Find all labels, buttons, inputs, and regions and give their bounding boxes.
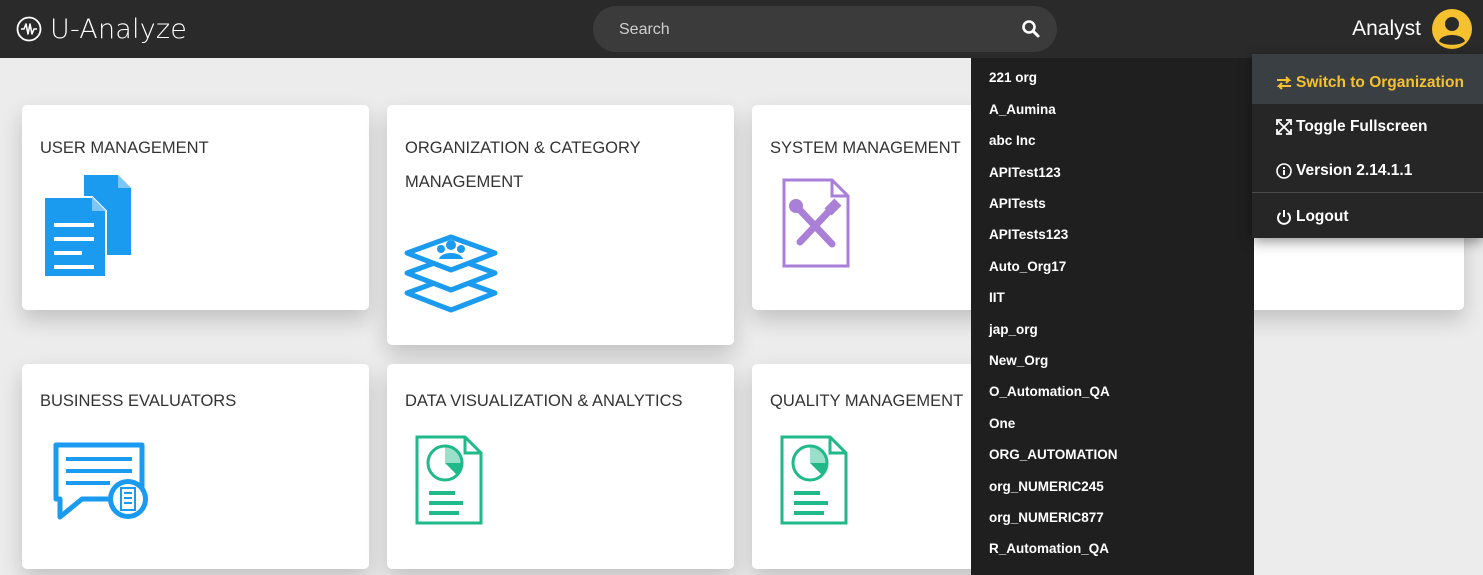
chat-form-icon bbox=[53, 442, 148, 520]
org-item[interactable]: IIT bbox=[989, 288, 1005, 308]
logout-label: Logout bbox=[1296, 208, 1349, 225]
organization-dropdown: 221 org A_Aumina abc Inc APITest123 APIT… bbox=[971, 58, 1254, 575]
expand-icon bbox=[1276, 119, 1292, 135]
card-data-visualization-analytics[interactable]: DATA VISUALIZATION & ANALYTICS bbox=[387, 364, 734, 569]
org-item[interactable]: APITests bbox=[989, 194, 1046, 214]
org-item[interactable]: jap_org bbox=[989, 320, 1038, 340]
version-item: Version 2.14.1.1 bbox=[1276, 158, 1412, 184]
exchange-arrows-icon bbox=[1276, 76, 1292, 90]
org-item[interactable]: abc Inc bbox=[989, 131, 1036, 151]
org-item[interactable]: org_NUMERIC877 bbox=[989, 508, 1104, 528]
app-logo[interactable]: U-Analyze bbox=[16, 12, 187, 46]
info-icon bbox=[1276, 163, 1292, 179]
search-bar bbox=[593, 6, 1057, 54]
org-item[interactable]: A_Aumina bbox=[989, 100, 1056, 120]
card-title: DATA VISUALIZATION & ANALYTICS bbox=[405, 392, 683, 410]
org-item[interactable]: APITest123 bbox=[989, 163, 1061, 183]
waveform-logo-icon bbox=[16, 16, 42, 42]
toggle-fullscreen-item[interactable]: Toggle Fullscreen bbox=[1276, 114, 1428, 140]
version-label: Version 2.14.1.1 bbox=[1296, 162, 1413, 179]
card-organization-category-management[interactable]: ORGANIZATION & CATEGORY MANAGEMENT bbox=[387, 105, 734, 345]
card-title: BUSINESS EVALUATORS bbox=[40, 392, 237, 410]
org-item[interactable]: O_Automation_QA bbox=[989, 382, 1110, 402]
card-title: USER MANAGEMENT bbox=[40, 139, 209, 157]
tools-document-icon bbox=[782, 178, 850, 268]
chart-document-icon bbox=[780, 435, 848, 525]
layers-users-icon bbox=[404, 234, 498, 313]
org-item[interactable]: APITests123 bbox=[989, 225, 1068, 245]
user-menu-toggle[interactable]: Analyst bbox=[1352, 8, 1473, 50]
switch-organization-item[interactable]: Switch to Organization bbox=[1276, 70, 1464, 96]
app-title: U-Analyze bbox=[50, 13, 188, 45]
card-title: ORGANIZATION & CATEGORY MANAGEMENT bbox=[405, 139, 641, 191]
search-icon[interactable] bbox=[1021, 19, 1041, 39]
user-name: Analyst bbox=[1352, 17, 1421, 40]
org-item[interactable]: org_NUMERIC245 bbox=[989, 477, 1104, 497]
documents-icon bbox=[44, 175, 131, 278]
chart-document-icon bbox=[415, 435, 483, 525]
org-item[interactable]: 221 org bbox=[989, 68, 1037, 88]
switch-organization-label: Switch to Organization bbox=[1296, 74, 1464, 91]
org-item[interactable]: New_Org bbox=[989, 351, 1048, 371]
org-item[interactable]: R_Automation_QA bbox=[989, 539, 1109, 559]
user-avatar-icon bbox=[1432, 9, 1472, 49]
org-item[interactable]: One bbox=[989, 414, 1015, 434]
toggle-fullscreen-label: Toggle Fullscreen bbox=[1296, 118, 1428, 135]
search-input[interactable] bbox=[617, 6, 1001, 54]
org-item[interactable]: ORG_AUTOMATION bbox=[989, 445, 1118, 465]
org-item[interactable]: Auto_Org17 bbox=[989, 257, 1066, 277]
power-icon bbox=[1277, 210, 1291, 225]
user-dropdown-menu: Switch to Organization Toggle Fullscreen… bbox=[1252, 54, 1483, 238]
logout-item[interactable]: Logout bbox=[1276, 204, 1349, 230]
card-user-management[interactable]: USER MANAGEMENT bbox=[22, 105, 369, 310]
menu-divider bbox=[1252, 192, 1483, 193]
card-business-evaluators[interactable]: BUSINESS EVALUATORS bbox=[22, 364, 369, 569]
top-bar: U-Analyze Analyst bbox=[0, 0, 1483, 58]
